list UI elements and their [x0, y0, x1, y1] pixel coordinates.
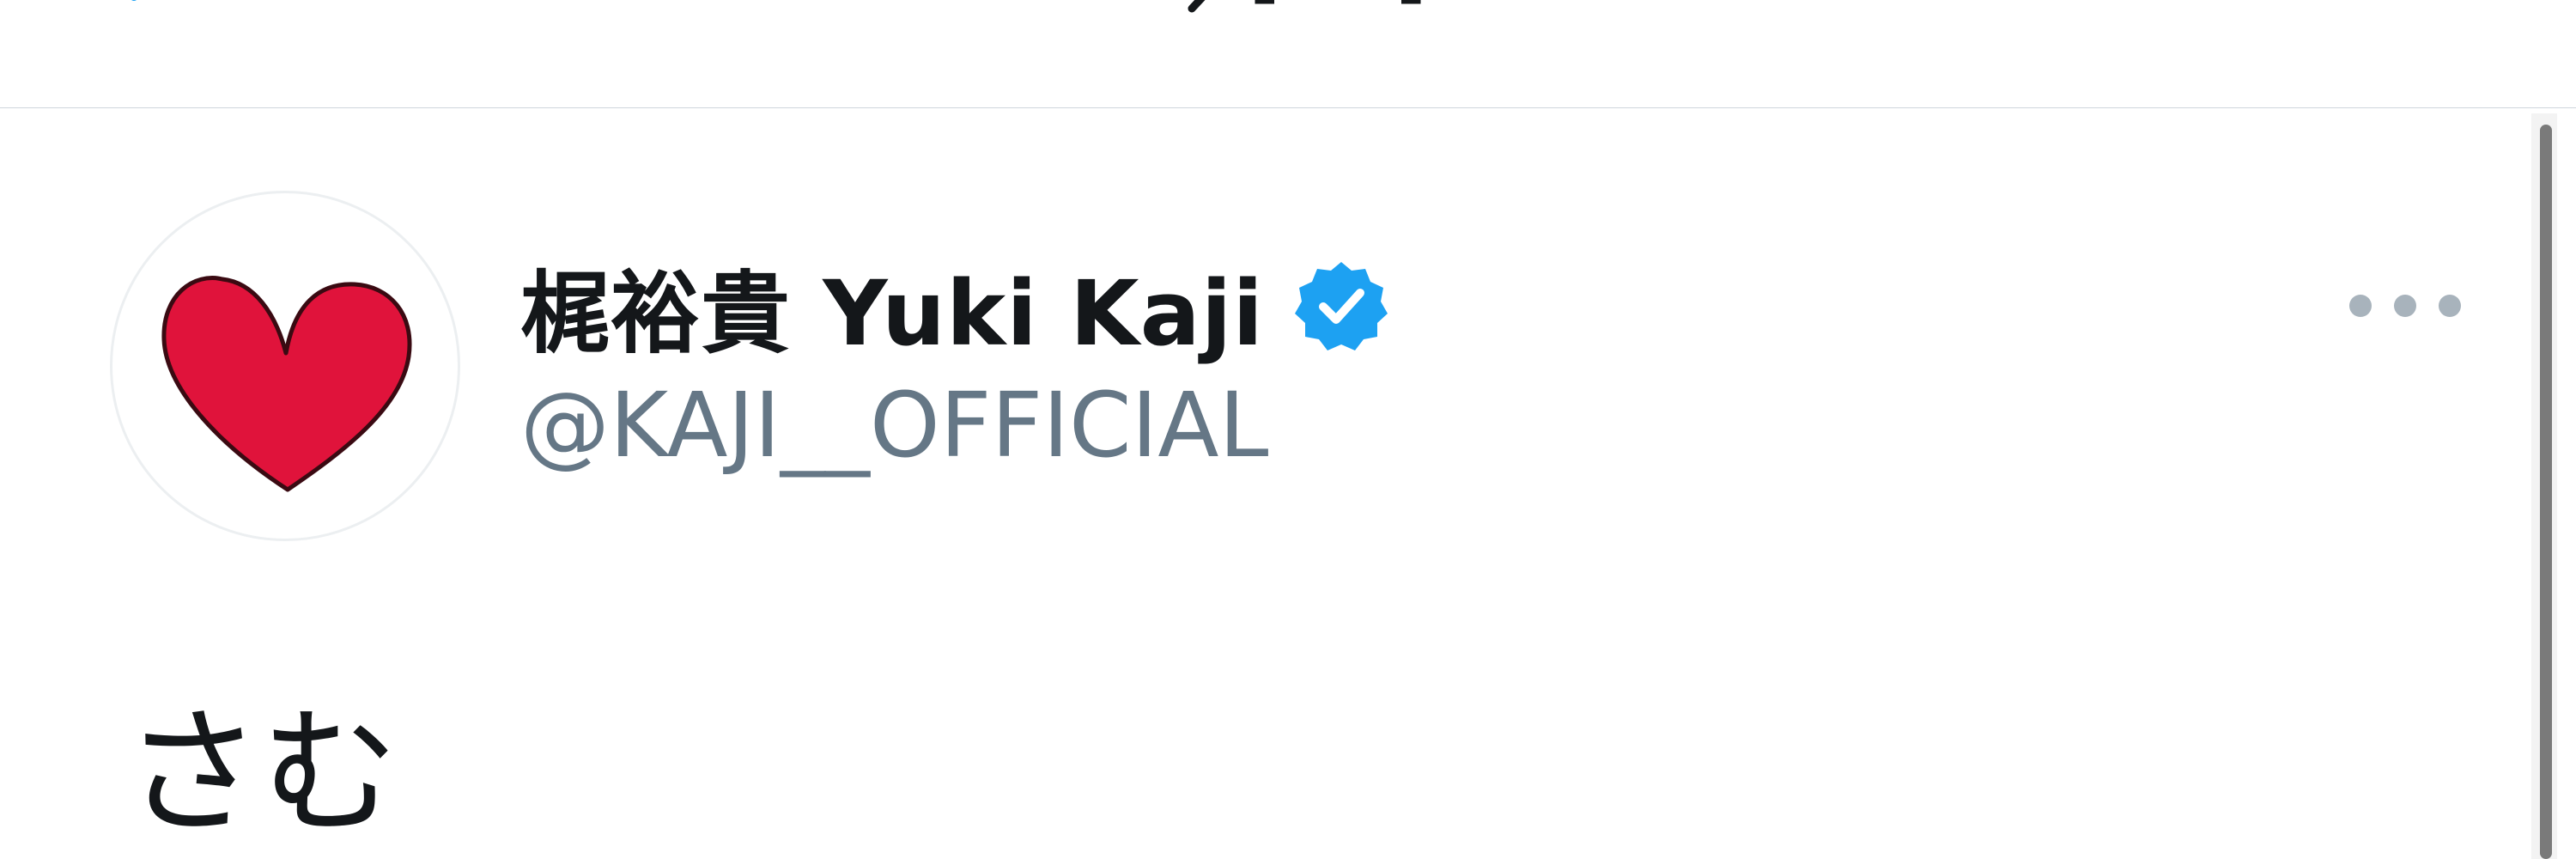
more-options-icon	[2349, 295, 2372, 317]
top-navigation-bar	[0, 0, 2576, 108]
avatar[interactable]	[110, 191, 460, 541]
red-heart-icon	[161, 276, 412, 492]
tweet-text: さむ	[124, 692, 399, 853]
nav-divider	[0, 107, 2576, 108]
name-row: 梶裕貴 Yuki Kaji	[520, 249, 1388, 366]
more-options-icon-dot	[2439, 295, 2461, 317]
display-name[interactable]: 梶裕貴 Yuki Kaji	[520, 241, 1264, 370]
more-options-button[interactable]	[2349, 283, 2461, 328]
nav-title-clipped	[1188, 0, 1421, 13]
verified-badge-icon	[1295, 262, 1388, 350]
chevron-left-icon[interactable]	[120, 0, 172, 14]
user-handle[interactable]: @KAJI__OFFICIAL	[520, 373, 1388, 478]
tweet-author[interactable]: 梶裕貴 Yuki Kaji @KAJI__OFFICIAL	[520, 249, 1388, 478]
scrollbar-thumb[interactable]	[2540, 125, 2552, 859]
more-options-icon-dot	[2394, 295, 2416, 317]
tweet-detail-screen: 梶裕貴 Yuki Kaji @KAJI__OFFICIAL さむ	[0, 0, 2576, 859]
